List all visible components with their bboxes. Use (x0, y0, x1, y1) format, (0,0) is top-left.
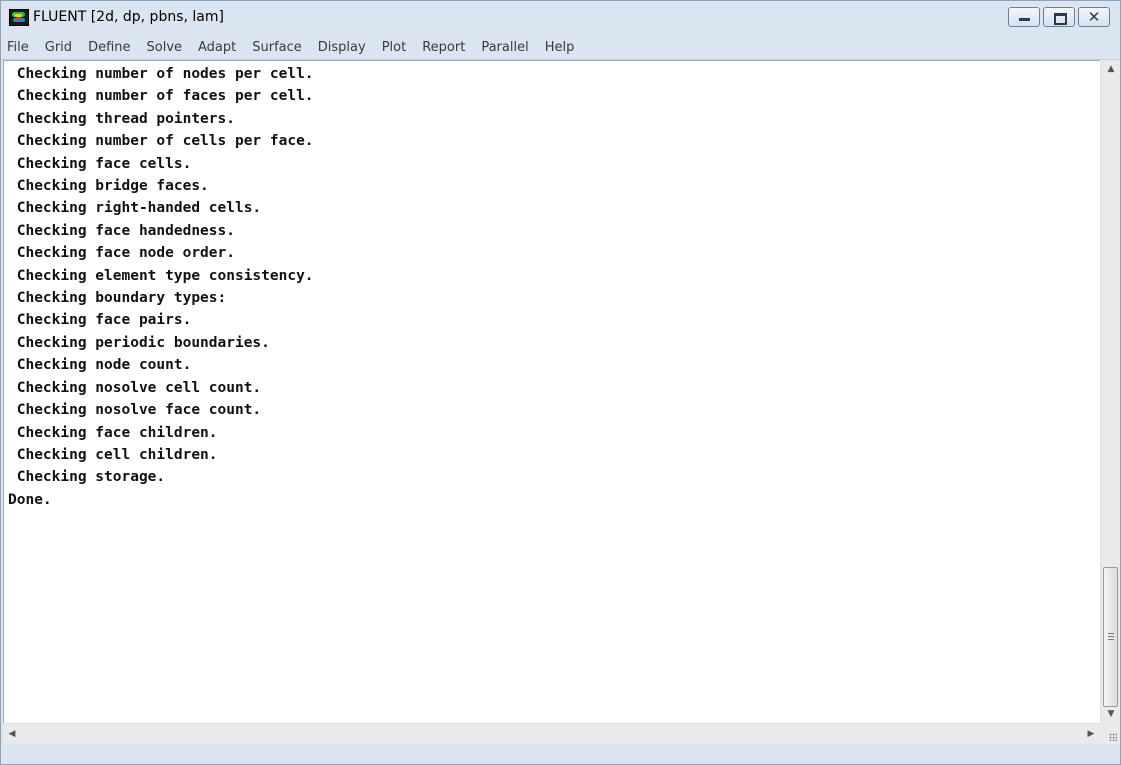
console-line: Checking face node order. (8, 245, 235, 262)
console-line: Checking number of faces per cell. (8, 88, 314, 105)
fluent-window: FLUENT [2d, dp, pbns, lam] ✕ File Grid D… (0, 0, 1121, 765)
console-line: Checking cell children. (8, 446, 218, 463)
scroll-left-arrow-icon[interactable]: ◀ (3, 724, 21, 745)
minimize-button[interactable] (1008, 7, 1040, 27)
window-bottom-border (1, 744, 1120, 764)
console-line: Checking element type consistency. (8, 267, 314, 284)
window-title: FLUENT [2d, dp, pbns, lam] (33, 9, 224, 25)
console-line: Checking face cells. (8, 155, 192, 172)
minimize-icon (1019, 18, 1030, 21)
title-bar[interactable]: FLUENT [2d, dp, pbns, lam] ✕ (1, 1, 1120, 35)
console-line: Done. (8, 491, 52, 508)
vertical-scroll-thumb[interactable] (1103, 567, 1118, 707)
console-line: Checking number of cells per face. (8, 133, 314, 150)
console-line: Checking face children. (8, 424, 218, 441)
menu-surface[interactable]: Surface (244, 40, 310, 55)
scroll-down-arrow-icon[interactable]: ▼ (1101, 705, 1121, 723)
menu-grid[interactable]: Grid (37, 40, 80, 55)
console-line: Checking bridge faces. (8, 178, 209, 195)
menu-report[interactable]: Report (414, 40, 473, 55)
menu-adapt[interactable]: Adapt (190, 40, 244, 55)
close-button[interactable]: ✕ (1078, 7, 1110, 27)
close-icon: ✕ (1087, 8, 1101, 26)
menu-solve[interactable]: Solve (139, 40, 191, 55)
console-line: Checking boundary types: (8, 290, 227, 307)
menu-bar: File Grid Define Solve Adapt Surface Dis… (1, 35, 1120, 60)
console-line: Checking nosolve face count. (8, 402, 262, 419)
menu-parallel[interactable]: Parallel (473, 40, 536, 55)
window-controls: ✕ (1008, 7, 1110, 29)
scroll-up-arrow-icon[interactable]: ▲ (1101, 60, 1121, 78)
console-line: Checking node count. (8, 357, 192, 374)
grip-icon (1108, 633, 1114, 634)
console-line: Checking face handedness. (8, 222, 235, 239)
menu-file[interactable]: File (1, 40, 37, 55)
maximize-icon (1054, 13, 1067, 25)
menu-display[interactable]: Display (310, 40, 374, 55)
console-line: Checking thread pointers. (8, 110, 235, 127)
menu-help[interactable]: Help (537, 40, 583, 55)
menu-define[interactable]: Define (80, 40, 138, 55)
resize-grip-icon (1109, 733, 1117, 741)
menu-plot[interactable]: Plot (374, 40, 415, 55)
size-grip[interactable] (1100, 723, 1120, 744)
console-line: Checking number of nodes per cell. (8, 66, 314, 82)
console-line: Checking storage. (8, 469, 166, 486)
console-line: Checking face pairs. (8, 312, 192, 329)
scroll-right-arrow-icon[interactable]: ▶ (1082, 724, 1100, 745)
maximize-button[interactable] (1043, 7, 1075, 27)
fluent-app-icon[interactable] (9, 9, 29, 26)
vertical-scrollbar[interactable]: ▲ ▼ (1100, 60, 1120, 723)
console-output[interactable]: Checking number of nodes per cell. Check… (3, 60, 1100, 723)
console-line: Checking nosolve cell count. (8, 379, 262, 396)
console-line: Checking periodic boundaries. (8, 334, 270, 351)
horizontal-scrollbar[interactable]: ◀ ▶ (3, 723, 1100, 744)
console-line: Checking right-handed cells. (8, 200, 262, 217)
